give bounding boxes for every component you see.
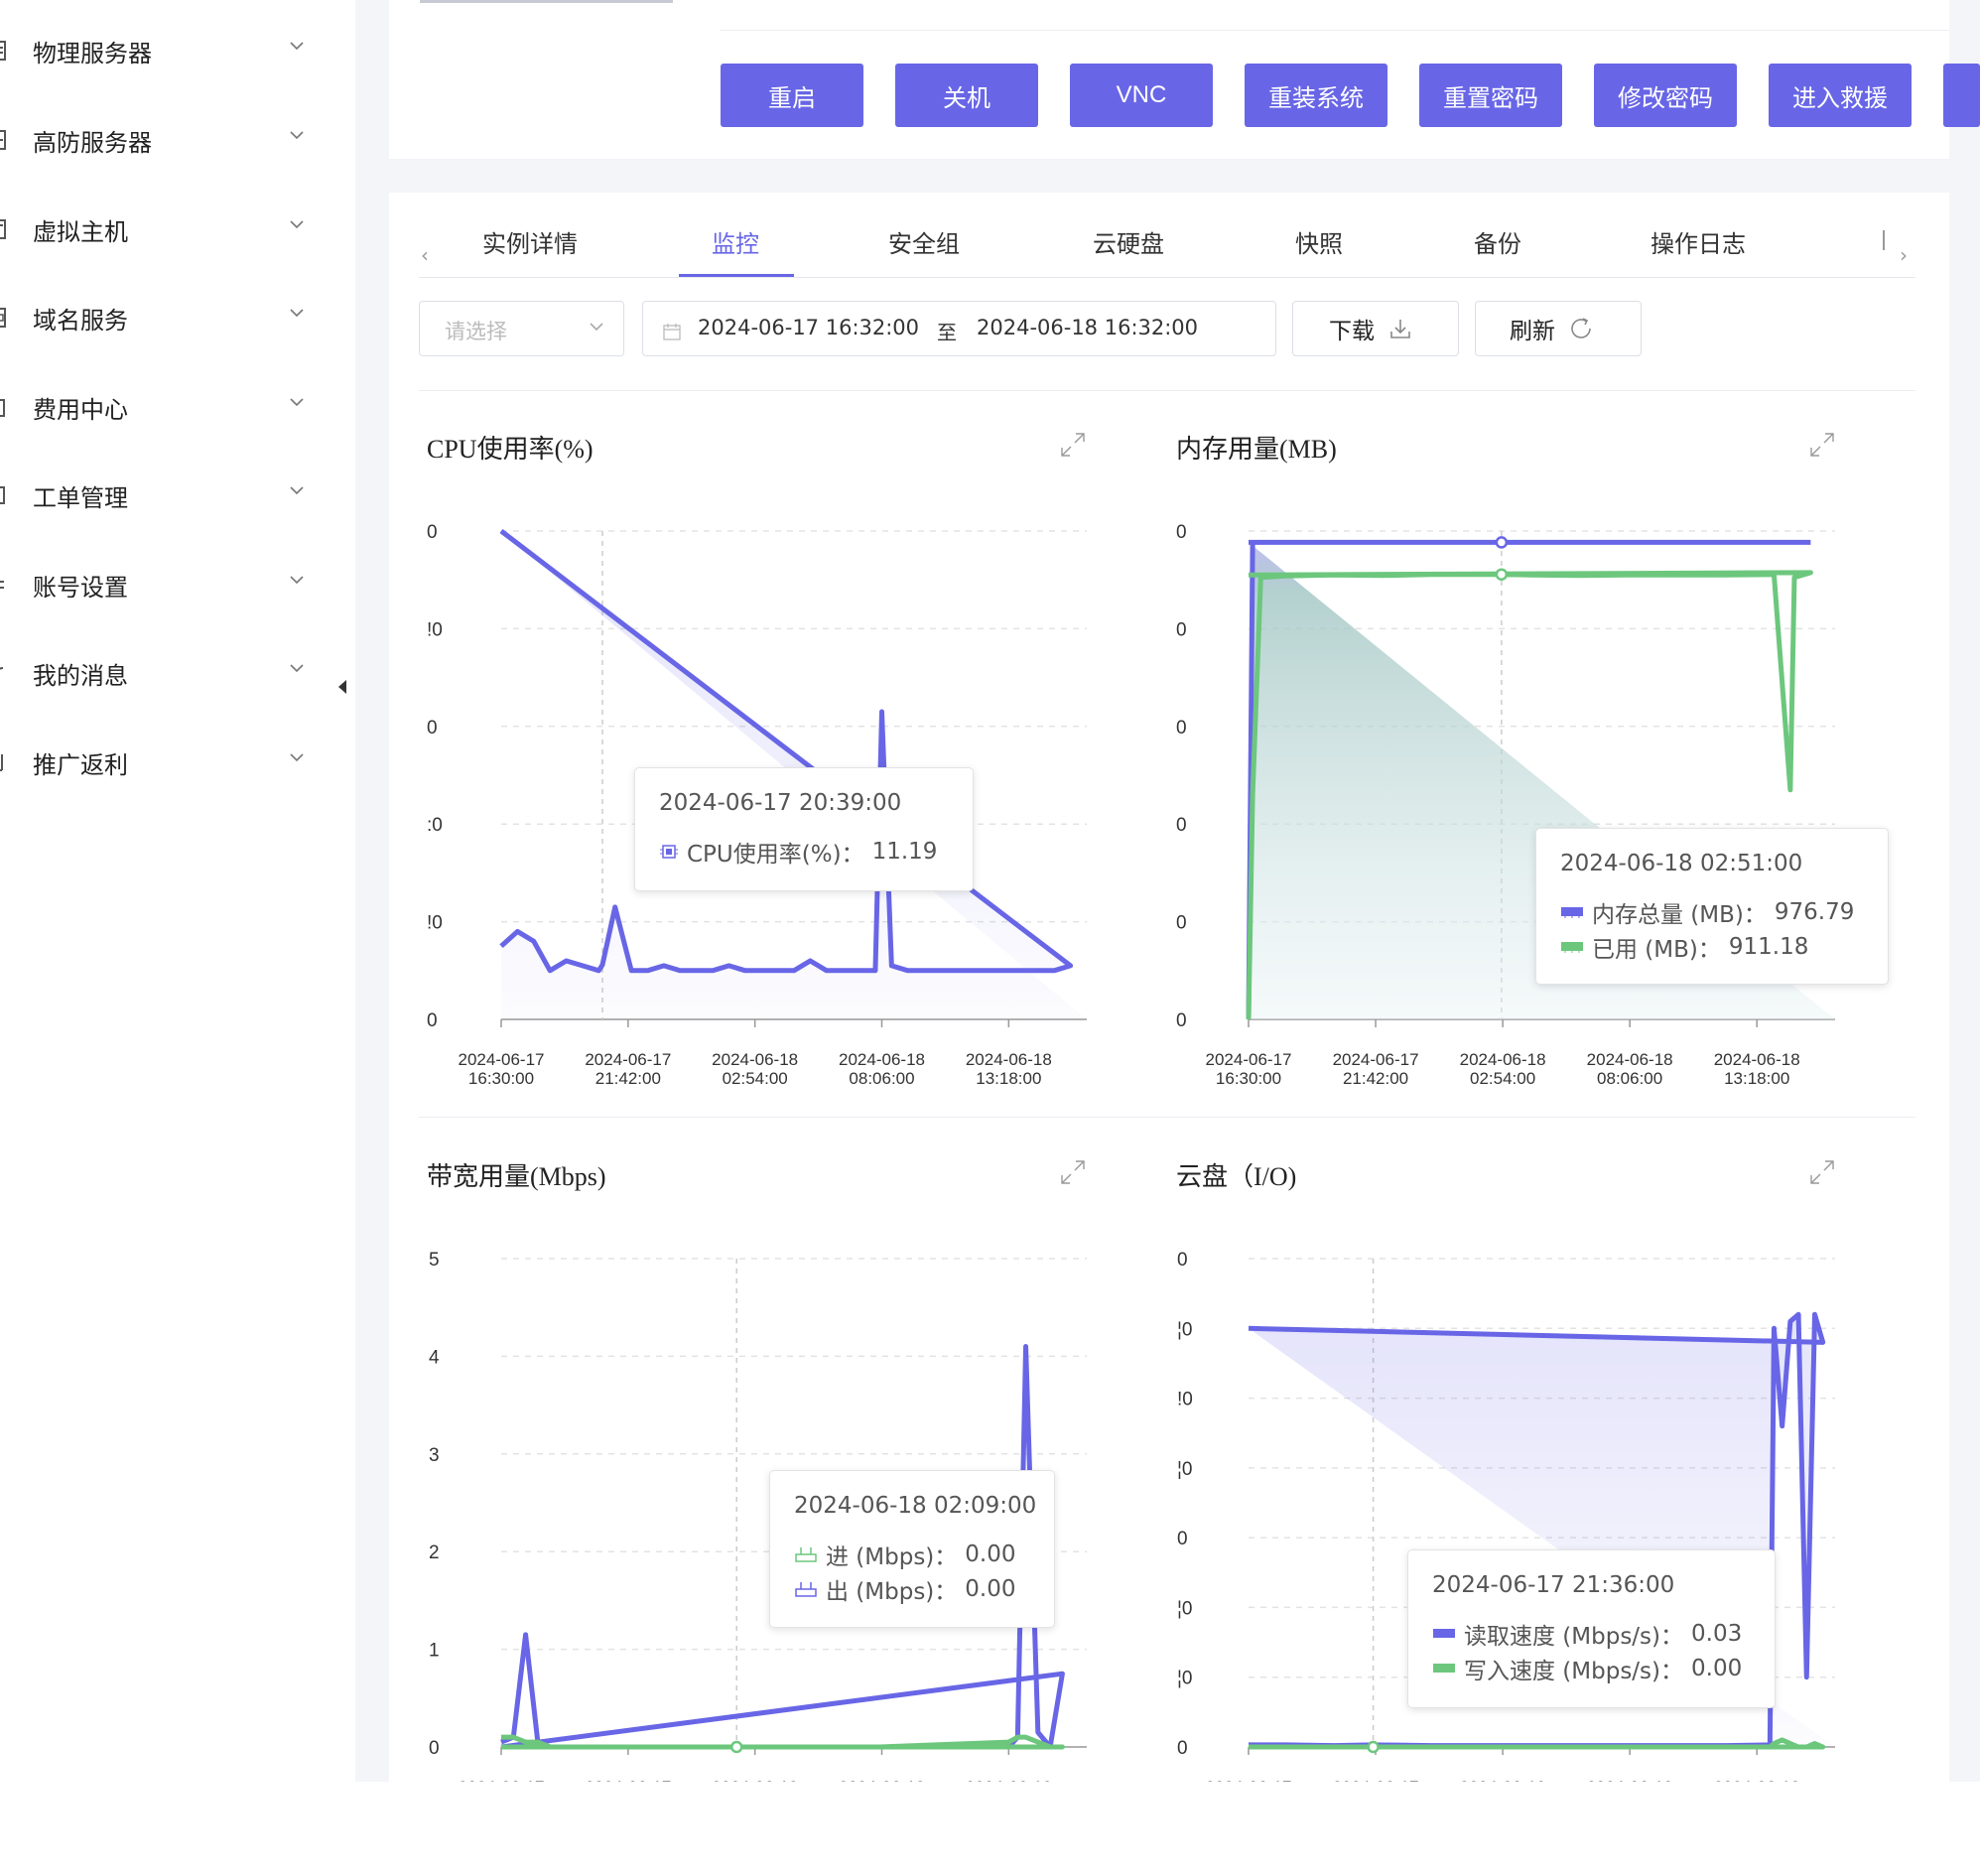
- y-tick-label: 0: [1176, 619, 1187, 640]
- x-tick-label: 2024-06-17: [459, 1050, 545, 1069]
- y-tick-label: 0: [1177, 1529, 1188, 1549]
- y-tick-label: ¦0: [1177, 1459, 1193, 1480]
- tooltip-value: 0.03: [1691, 1621, 1743, 1647]
- y-tick-label: !0: [1177, 1390, 1193, 1410]
- bandwidth-in-line: [501, 1734, 1065, 1750]
- x-tick-label: 02:54:00: [1470, 1069, 1535, 1088]
- cpu-tooltip: 2024-06-17 20:39:00 CPU使用率(%)： 11.19: [634, 767, 974, 891]
- disk-read-icon: [1433, 1629, 1455, 1638]
- tooltip-time: 2024-06-17 20:39:00: [659, 790, 902, 816]
- tooltip-label: 写入速度 (Mbps/s)：: [1464, 1659, 1684, 1684]
- tooltip-value: 0.00: [965, 1541, 1016, 1567]
- tooltip-row: 写入速度 (Mbps/s)： 0.00: [1432, 1652, 1742, 1685]
- tooltip-row: 内存总量 (MB)： 976.79: [1560, 895, 1854, 929]
- page-bottom: [355, 1782, 1980, 1876]
- tooltip-row: 已用 (MB)： 911.18: [1560, 930, 1808, 964]
- memory-total-point: [1495, 536, 1509, 549]
- y-tick-label: 0: [1177, 1250, 1188, 1271]
- memory-icon: [1561, 907, 1583, 918]
- y-tick-label: 5: [429, 1250, 440, 1271]
- y-tick-label: 0: [1176, 815, 1187, 836]
- y-tick-label: 4: [429, 1347, 440, 1368]
- x-tick-label: 16:30:00: [468, 1069, 534, 1088]
- disk-tooltip: 2024-06-17 21:36:00 读取速度 (Mbps/s)： 0.03 写…: [1407, 1549, 1776, 1708]
- bandwidth-tooltip: 2024-06-18 02:09:00 进 (Mbps)： 0.00 出 (Mbp…: [769, 1470, 1055, 1628]
- bandwidth-point: [729, 1740, 743, 1754]
- tooltip-label: 进 (Mbps)：: [826, 1544, 958, 1570]
- x-tick-label: 13:18:00: [976, 1069, 1041, 1088]
- y-tick-label: 0: [427, 1010, 438, 1031]
- tooltip-value: 11.19: [871, 839, 938, 865]
- x-tick-label: 2024-06-17: [1206, 1050, 1292, 1069]
- y-tick-label: :0: [427, 815, 443, 836]
- y-tick-label: 2: [429, 1542, 440, 1563]
- tooltip-time: 2024-06-17 21:36:00: [1432, 1572, 1675, 1598]
- y-tick-label: 3: [429, 1445, 440, 1466]
- x-tick-label: 2024-06-18: [1587, 1050, 1673, 1069]
- y-tick-label: ¦0: [1177, 1319, 1193, 1340]
- x-tick-label: 08:06:00: [849, 1069, 914, 1088]
- tooltip-label: 已用 (MB)：: [1592, 937, 1721, 963]
- y-tick-label: ¦0: [1177, 1598, 1193, 1619]
- tooltip-value: 0.00: [965, 1576, 1016, 1602]
- y-tick-label: 1: [429, 1641, 440, 1662]
- y-tick-label: 0: [427, 522, 438, 543]
- network-in-icon: [795, 1547, 817, 1562]
- x-tick-label: 2024-06-18: [1460, 1050, 1546, 1069]
- tooltip-label: 内存总量 (MB)：: [1592, 902, 1767, 928]
- memory-tooltip: 2024-06-18 02:51:00 内存总量 (MB)： 976.79 已用 …: [1535, 828, 1889, 985]
- x-tick-label: 02:54:00: [723, 1069, 788, 1088]
- tooltip-row: 读取速度 (Mbps/s)： 0.03: [1432, 1617, 1742, 1651]
- tooltip-row: CPU使用率(%)： 11.19: [659, 835, 937, 869]
- y-tick-label: 0: [1176, 1010, 1187, 1031]
- y-tick-label: 0: [1176, 718, 1187, 738]
- y-tick-label: !0: [427, 913, 443, 934]
- y-tick-label: 0: [427, 718, 438, 738]
- x-tick-label: 13:18:00: [1724, 1069, 1789, 1088]
- y-tick-label: ¦0: [1177, 1669, 1193, 1689]
- y-tick-label: 0: [429, 1738, 440, 1759]
- x-tick-label: 2024-06-17: [585, 1050, 671, 1069]
- tooltip-label: 出 (Mbps)：: [826, 1579, 958, 1605]
- y-tick-label: !0: [427, 619, 443, 640]
- tooltip-label: 读取速度 (Mbps/s)：: [1464, 1624, 1684, 1650]
- tooltip-value: 976.79: [1774, 899, 1855, 925]
- tooltip-row: 出 (Mbps)： 0.00: [794, 1572, 1016, 1606]
- disk-point: [1367, 1740, 1380, 1754]
- y-tick-label: 0: [1176, 522, 1187, 543]
- tooltip-value: 911.18: [1728, 934, 1809, 960]
- tooltip-row: 进 (Mbps)： 0.00: [794, 1538, 1016, 1571]
- disk-write-icon: [1433, 1664, 1455, 1673]
- tooltip-label: CPU使用率(%)：: [687, 842, 864, 868]
- x-tick-label: 2024-06-17: [1333, 1050, 1419, 1069]
- y-tick-label: 0: [1177, 1738, 1188, 1759]
- x-tick-label: 2024-06-18: [839, 1050, 925, 1069]
- memory-used-icon: [1561, 942, 1583, 953]
- x-tick-label: 2024-06-18: [1714, 1050, 1800, 1069]
- x-tick-label: 08:06:00: [1597, 1069, 1662, 1088]
- x-tick-label: 16:30:00: [1216, 1069, 1281, 1088]
- y-tick-label: 0: [1176, 913, 1187, 934]
- x-tick-label: 2024-06-18: [966, 1050, 1052, 1069]
- tooltip-time: 2024-06-18 02:09:00: [794, 1493, 1037, 1519]
- memory-used-point: [1495, 568, 1509, 581]
- x-tick-label: 21:42:00: [1343, 1069, 1408, 1088]
- tooltip-value: 0.00: [1691, 1656, 1743, 1681]
- x-tick-label: 21:42:00: [595, 1069, 661, 1088]
- tooltip-time: 2024-06-18 02:51:00: [1560, 851, 1803, 876]
- network-out-icon: [795, 1582, 817, 1597]
- x-tick-label: 2024-06-18: [712, 1050, 798, 1069]
- cpu-chip-icon: [660, 845, 678, 859]
